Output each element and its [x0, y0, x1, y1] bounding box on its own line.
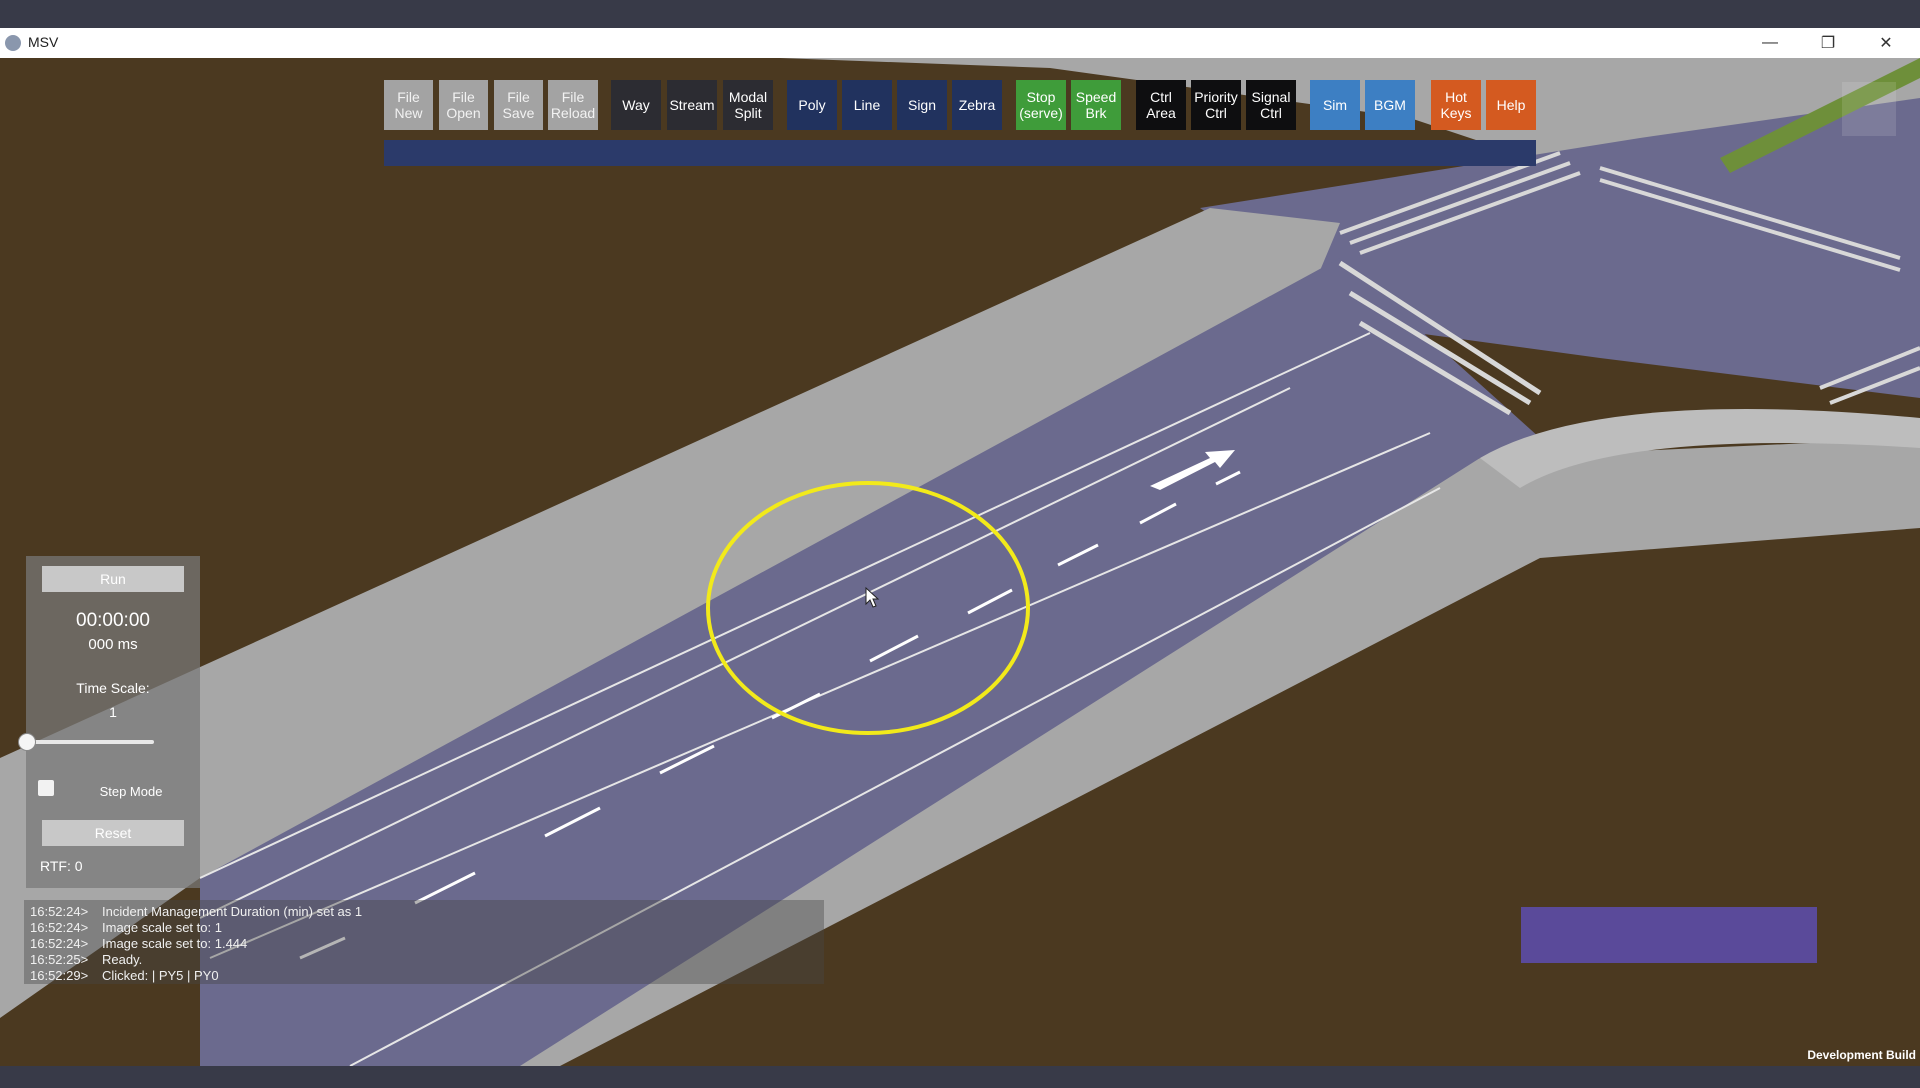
signal-ctrl-button[interactable]: Signal Ctrl — [1246, 80, 1296, 130]
console-timestamp: 16:52:24> — [30, 904, 89, 919]
line-button[interactable]: Line — [842, 80, 892, 130]
console-timestamp: 16:52:24> — [30, 920, 89, 935]
console-message: Image scale set to: 1 — [102, 920, 222, 935]
reset-button[interactable]: Reset — [42, 820, 184, 846]
console-line: 16:52:29> Clicked: | PY5 | PY0 — [24, 968, 824, 984]
info-box — [1521, 907, 1817, 963]
console-message: Clicked: | PY5 | PY0 — [102, 968, 219, 983]
console-line: 16:52:24> Incident Management Duration (m… — [24, 904, 824, 920]
file-new-button[interactable]: File New — [384, 80, 433, 130]
run-button[interactable]: Run — [42, 566, 184, 592]
window-title: MSV — [28, 34, 59, 50]
console-timestamp: 16:52:25> — [30, 952, 89, 967]
priority-ctrl-button[interactable]: Priority Ctrl — [1191, 80, 1241, 130]
sign-button[interactable]: Sign — [897, 80, 947, 130]
toolbar-options-strip — [384, 140, 1536, 166]
file-open-button[interactable]: File Open — [439, 80, 488, 130]
close-button[interactable]: ✕ — [1858, 28, 1914, 58]
time-scale-slider[interactable] — [18, 733, 154, 751]
stop-serve-button[interactable]: Stop (serve) — [1016, 80, 1066, 130]
time-scale-value: 1 — [109, 704, 117, 720]
stream-button[interactable]: Stream — [667, 80, 717, 130]
console-line: 16:52:24> Image scale set to: 1.444 — [24, 936, 824, 952]
console-message: Image scale set to: 1.444 — [102, 936, 248, 951]
watermark-logo — [1842, 82, 1896, 136]
file-save-button[interactable]: File Save — [494, 80, 543, 130]
poly-button[interactable]: Poly — [787, 80, 837, 130]
zebra-button[interactable]: Zebra — [952, 80, 1002, 130]
bottom-bar — [0, 1066, 1920, 1088]
help-button[interactable]: Help — [1486, 80, 1536, 130]
bgm-button[interactable]: BGM — [1365, 80, 1415, 130]
time-scale-label: Time Scale: — [76, 680, 150, 696]
rtf-readout: RTF: 0 — [40, 858, 83, 874]
modal-split-button[interactable]: Modal Split — [723, 80, 773, 130]
speed-brk-button[interactable]: Speed Brk — [1071, 80, 1121, 130]
console-line: 16:52:24> Image scale set to: 1 — [24, 920, 824, 936]
console-log: 16:52:24> Incident Management Duration (m… — [24, 900, 824, 984]
step-mode-checkbox[interactable] — [38, 780, 54, 796]
sim-clock: 00:00:00 — [76, 610, 150, 631]
file-reload-button[interactable]: File Reload — [548, 80, 598, 130]
sim-button[interactable]: Sim — [1310, 80, 1360, 130]
console-message: Ready. — [102, 952, 143, 967]
console-timestamp: 16:52:24> — [30, 936, 89, 951]
maximize-button[interactable]: ❐ — [1800, 28, 1856, 58]
console-timestamp: 16:52:29> — [30, 968, 89, 983]
console-line: 16:52:25> Ready. — [24, 952, 824, 968]
hot-keys-button[interactable]: Hot Keys — [1431, 80, 1481, 130]
console-message: Incident Management Duration (min) set a… — [102, 904, 363, 919]
app-icon — [5, 35, 21, 51]
sim-milliseconds: 000 ms — [88, 636, 138, 653]
simulation-panel: Run 00:00:00 000 ms Time Scale: 1 Step M… — [26, 556, 200, 888]
development-build-label: Development Build — [1807, 1048, 1916, 1062]
title-bar: MSV — ❐ ✕ — [0, 28, 1920, 59]
ctrl-area-button[interactable]: Ctrl Area — [1136, 80, 1186, 130]
way-button[interactable]: Way — [611, 80, 661, 130]
minimize-button[interactable]: — — [1742, 28, 1798, 58]
time-scale-slider-handle[interactable] — [18, 733, 36, 751]
